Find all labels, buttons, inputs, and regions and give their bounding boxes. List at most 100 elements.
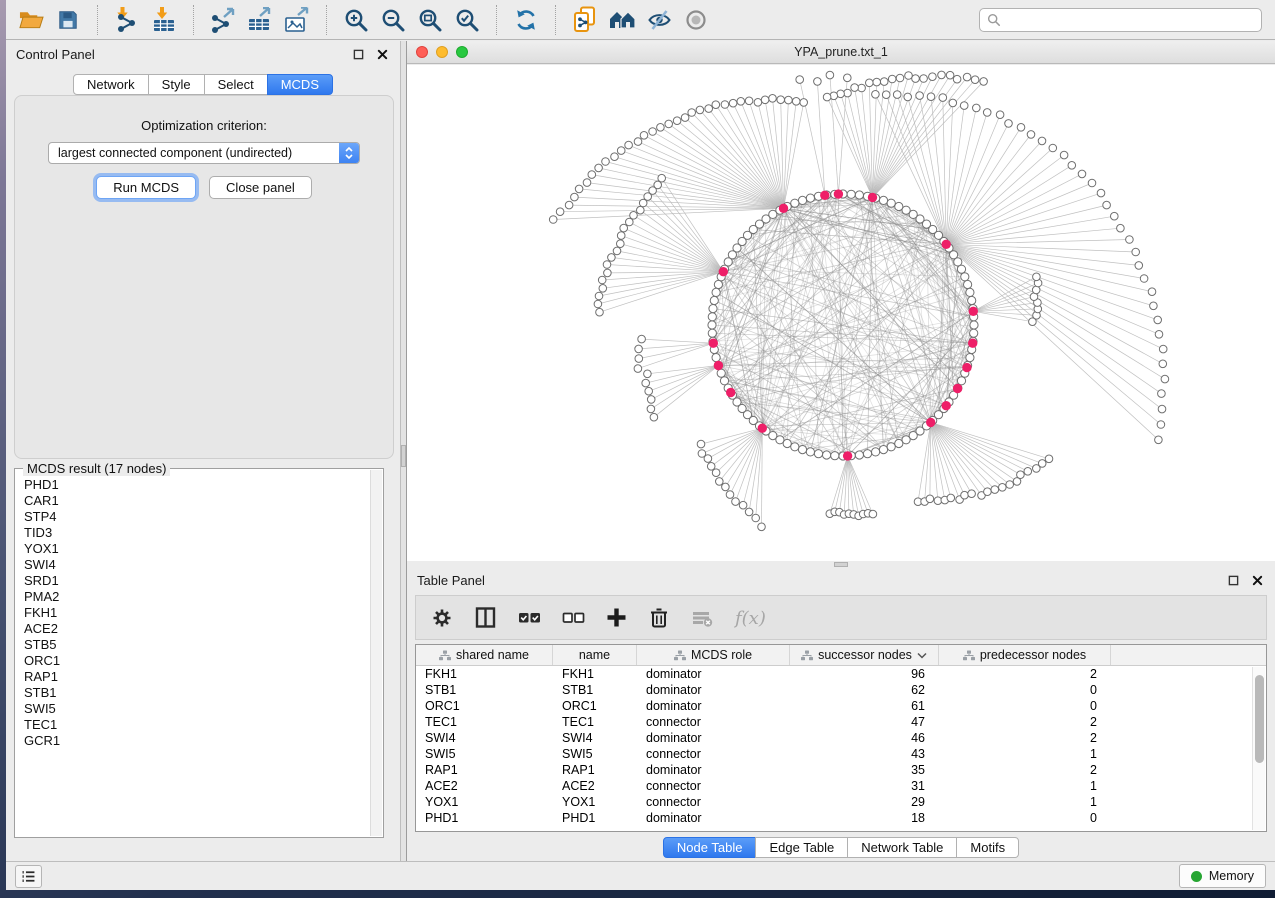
zoom-out-button[interactable] [376,4,410,36]
network-node[interactable] [879,446,887,454]
network-node[interactable] [707,463,715,471]
network-node[interactable] [1045,455,1053,463]
export-image-button[interactable] [280,4,314,36]
column-header-predecessor-nodes[interactable]: predecessor nodes [939,645,1111,665]
network-node[interactable] [603,261,611,269]
create-column-button[interactable] [606,607,627,628]
search-input[interactable] [1006,13,1254,27]
network-node[interactable] [970,321,978,329]
table-row[interactable]: SWI5SWI5connector431 [416,746,1266,762]
show-eye-button[interactable] [679,4,713,36]
network-node[interactable] [712,288,720,296]
network-node[interactable] [783,439,791,447]
network-node[interactable] [991,486,999,494]
network-node[interactable] [708,313,716,321]
deselect-all-button[interactable] [562,608,585,627]
mcds-node[interactable] [926,418,935,427]
mcds-result-item[interactable]: YOX1 [24,541,361,557]
network-node[interactable] [968,490,976,498]
network-node[interactable] [957,377,965,385]
network-node[interactable] [904,93,912,101]
network-node[interactable] [999,484,1007,492]
network-node[interactable] [1017,471,1025,479]
network-node[interactable] [970,329,978,337]
tab-network[interactable]: Network [73,74,149,95]
network-node[interactable] [620,224,628,232]
network-node[interactable] [709,305,717,313]
mcds-node[interactable] [942,401,951,410]
network-node[interactable] [769,95,777,103]
table-row[interactable]: PHD1PHD1dominator180 [416,810,1266,826]
mcds-node[interactable] [969,307,978,316]
network-node[interactable] [575,185,583,193]
network-node[interactable] [980,78,988,86]
mcds-node[interactable] [953,384,962,393]
network-node[interactable] [949,99,957,107]
criterion-dropdown[interactable]: largest connected component (undirected) [48,142,360,164]
network-node[interactable] [968,296,976,304]
network-node[interactable] [635,355,643,363]
network-node[interactable] [752,514,760,522]
mcds-node[interactable] [968,339,977,348]
network-node[interactable] [912,75,920,83]
network-node[interactable] [855,191,863,199]
splitter-grip[interactable] [401,445,406,467]
network-node[interactable] [688,109,696,117]
mcds-result-item[interactable]: SWI4 [24,557,361,573]
zoom-fit-button[interactable] [413,4,447,36]
network-node[interactable] [729,99,737,107]
network-node[interactable] [716,478,724,486]
network-node[interactable] [927,93,935,101]
network-node[interactable] [737,98,745,106]
mcds-node[interactable] [820,191,829,200]
network-node[interactable] [983,109,991,117]
network-node[interactable] [996,111,1004,119]
column-header-mcds-role[interactable]: MCDS role [637,645,790,665]
network-node[interactable] [642,379,650,387]
network-node[interactable] [947,494,955,502]
network-node[interactable] [556,208,564,216]
network-node[interactable] [806,194,814,202]
network-node[interactable] [785,96,793,104]
delete-table-button[interactable] [691,607,713,628]
table-row[interactable]: TEC1TEC1connector472 [416,714,1266,730]
network-node[interactable] [1032,286,1040,294]
mcds-node[interactable] [834,189,843,198]
network-node[interactable] [712,101,720,109]
mcds-result-item[interactable]: SRD1 [24,573,361,589]
network-node[interactable] [966,354,974,362]
network-node[interactable] [893,91,901,99]
column-header-shared-name[interactable]: shared name [416,645,553,665]
network-node[interactable] [872,91,880,99]
network-node[interactable] [1033,273,1041,281]
network-node[interactable] [1005,120,1013,128]
network-node[interactable] [984,488,992,496]
mcds-result-item[interactable]: FKH1 [24,605,361,621]
open-file-button[interactable] [14,4,48,36]
mcds-result-item[interactable]: STB1 [24,685,361,701]
network-node[interactable] [704,455,712,463]
export-table-button[interactable] [243,4,277,36]
network-node[interactable] [823,93,831,101]
network-node[interactable] [964,280,972,288]
network-node[interactable] [1132,248,1140,256]
tab-edge-table[interactable]: Edge Table [755,837,848,858]
network-node[interactable] [873,78,881,86]
mcds-node[interactable] [709,339,718,348]
mcds-result-item[interactable]: TEC1 [24,717,361,733]
network-node[interactable] [814,450,822,458]
mcds-node[interactable] [962,363,971,372]
network-node[interactable] [1097,189,1105,197]
network-node[interactable] [596,308,604,316]
network-node[interactable] [895,202,903,210]
network-node[interactable] [973,104,981,112]
network-node[interactable] [640,132,648,140]
run-mcds-button[interactable]: Run MCDS [96,176,196,199]
network-node[interactable] [926,495,934,503]
mcds-result-item[interactable]: CAR1 [24,493,361,509]
network-node[interactable] [946,71,954,79]
network-node[interactable] [647,396,655,404]
clone-network-button[interactable] [568,4,602,36]
network-node[interactable] [705,105,713,113]
network-node[interactable] [714,280,722,288]
